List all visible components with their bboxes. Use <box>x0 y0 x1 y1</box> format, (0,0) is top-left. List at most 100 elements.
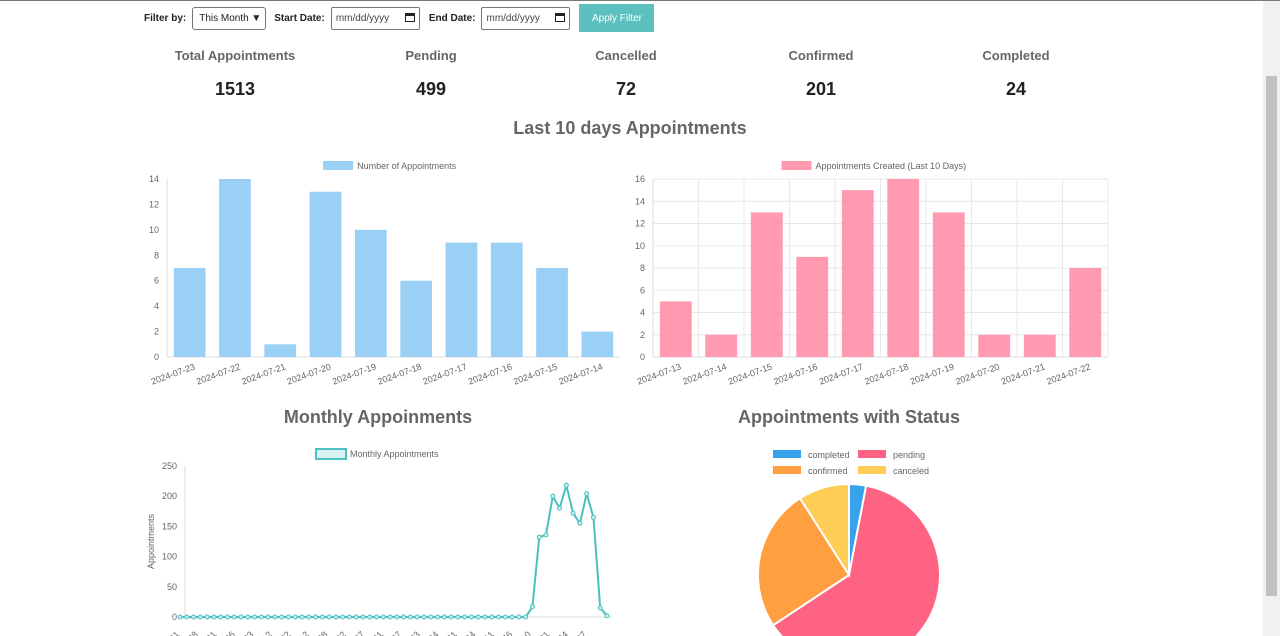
y-tick-label: 8 <box>640 263 645 273</box>
y-tick-label: 2 <box>640 330 645 340</box>
data-point <box>543 532 549 538</box>
data-point <box>265 614 271 620</box>
data-point <box>509 614 515 620</box>
x-tick-label: 04 <box>463 629 477 636</box>
y-tick-label: 4 <box>640 308 645 318</box>
start-date-input[interactable]: mm/dd/yyyy <box>330 6 420 30</box>
legend-swatch <box>858 450 886 458</box>
start-date-placeholder: mm/dd/yyyy <box>335 12 390 24</box>
start-date-label: Start Date: <box>274 12 325 24</box>
data-point <box>258 614 264 620</box>
data-point <box>211 614 217 620</box>
data-point <box>570 510 576 516</box>
bar <box>219 179 251 357</box>
filter-by-select[interactable]: This Month ▼ <box>192 6 267 30</box>
x-tick-label: 2024-07-15 <box>727 361 774 386</box>
data-point <box>285 614 291 620</box>
data-point <box>353 614 359 620</box>
end-date-input[interactable]: mm/dd/yyyy <box>481 6 571 30</box>
x-tick-label: 07 <box>389 629 403 636</box>
x-tick-label: 07 <box>352 629 366 636</box>
y-tick-label: 100 <box>162 552 177 562</box>
calendar-icon[interactable] <box>404 12 415 25</box>
data-point <box>489 614 495 620</box>
vertical-scrollbar[interactable] <box>1263 1 1280 636</box>
bar <box>264 344 297 357</box>
y-tick-label: 10 <box>149 225 159 235</box>
data-point <box>292 614 298 620</box>
bar <box>1069 268 1102 357</box>
x-tick-label: 01 <box>537 629 551 636</box>
chevron-down-icon: ▼ <box>251 12 262 24</box>
bar <box>887 179 920 357</box>
y-tick-label: 6 <box>640 285 645 295</box>
filter-bar: Filter by: This Month ▼ Start Date: mm/d… <box>144 4 655 32</box>
legend-swatch <box>323 161 354 170</box>
data-point <box>204 614 210 620</box>
data-point <box>252 614 258 620</box>
data-point <box>414 614 420 620</box>
legend-swatch <box>858 466 886 474</box>
data-point <box>177 614 183 620</box>
last10-heading: Last 10 days Appointments <box>513 118 747 138</box>
data-point <box>238 614 244 620</box>
y-tick-label: 4 <box>154 301 159 311</box>
y-axis-label: Appointments <box>146 513 156 569</box>
data-point <box>597 605 603 611</box>
status-heading: Appointments with Status <box>738 407 960 427</box>
data-point <box>231 614 237 620</box>
data-point <box>435 614 441 620</box>
stat-cancelled: Cancelled 72 <box>546 48 706 100</box>
bar <box>309 191 342 357</box>
x-tick-label: 04 <box>426 629 440 636</box>
data-point <box>557 505 563 511</box>
x-tick-label: 11 <box>482 629 496 636</box>
data-point <box>475 614 481 620</box>
y-tick-label: 200 <box>162 491 177 501</box>
legend-swatch <box>773 450 801 458</box>
data-point <box>401 614 407 620</box>
y-tick-label: 0 <box>154 352 159 362</box>
x-tick-label: 2024-07-20 <box>286 361 333 386</box>
bar <box>932 212 965 357</box>
scrollbar-thumb[interactable] <box>1266 76 1277 596</box>
data-point <box>482 614 488 620</box>
bar <box>490 242 523 357</box>
data-point <box>550 493 556 499</box>
bar <box>750 212 783 357</box>
legend-swatch <box>773 466 801 474</box>
data-point <box>360 614 366 620</box>
x-tick-label: 01 <box>371 629 385 636</box>
stat-value: 201 <box>805 79 837 99</box>
apply-filter-button[interactable]: Apply Filter <box>579 4 655 32</box>
data-point <box>516 614 522 620</box>
legend-label: Number of Appointments <box>357 161 457 171</box>
data-point <box>197 614 203 620</box>
y-tick-label: 10 <box>635 241 645 251</box>
data-point <box>272 614 278 620</box>
legend-label: confirmed <box>808 466 848 476</box>
data-point <box>496 614 502 620</box>
y-tick-label: 14 <box>149 174 159 184</box>
stat-confirmed: Confirmed 201 <box>741 48 901 100</box>
x-tick-label: 12 <box>297 629 311 636</box>
bar <box>445 242 478 357</box>
bar <box>1023 334 1056 357</box>
bar <box>796 256 829 357</box>
x-tick-label: 01 <box>445 629 459 636</box>
stat-value: 24 <box>1005 79 1027 99</box>
status-pie-chart: completed pending confirmed canceled <box>757 450 941 636</box>
y-tick-label: 12 <box>149 199 159 209</box>
data-point <box>306 614 312 620</box>
x-tick-label: 02 <box>278 629 292 636</box>
x-tick-label: 2024-07-22 <box>195 361 242 386</box>
x-tick-label: 2024-07-18 <box>863 361 910 386</box>
calendar-icon[interactable] <box>555 12 566 25</box>
data-point <box>462 614 468 620</box>
x-tick-label: 2024-07-19 <box>909 361 956 386</box>
data-point <box>502 614 508 620</box>
stat-label: Pending <box>405 48 457 63</box>
data-point <box>536 534 542 540</box>
monthly-line-chart: Monthly Appointments 0 50 100 150 200 250 Appoi… <box>146 448 612 636</box>
x-tick-label: 2024-07-18 <box>376 361 423 386</box>
